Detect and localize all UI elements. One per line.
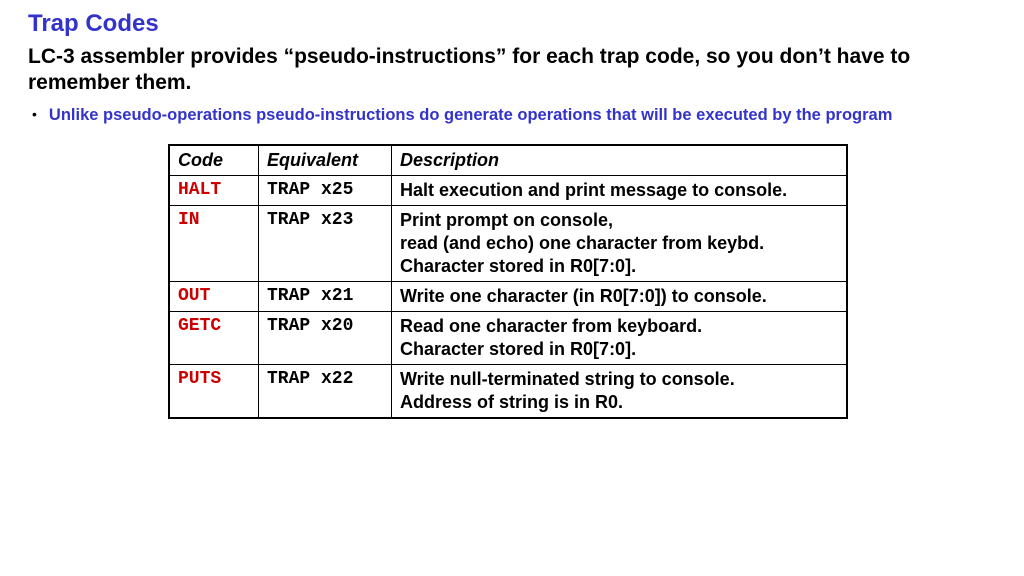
- table-row: GETC TRAP x20 Read one character from ke…: [169, 312, 847, 365]
- header-desc: Description: [392, 145, 848, 176]
- cell-code: IN: [169, 206, 259, 282]
- page-title: Trap Codes: [28, 10, 996, 38]
- bullet-item: • Unlike pseudo-operations pseudo-instru…: [32, 105, 996, 126]
- cell-equiv: TRAP x21: [259, 282, 392, 312]
- table-row: OUT TRAP x21 Write one character (in R0[…: [169, 282, 847, 312]
- bullet-text: Unlike pseudo-operations pseudo-instruct…: [49, 105, 892, 126]
- cell-equiv: TRAP x23: [259, 206, 392, 282]
- cell-code: PUTS: [169, 365, 259, 419]
- table-row: HALT TRAP x25 Halt execution and print m…: [169, 175, 847, 205]
- header-code: Code: [169, 145, 259, 176]
- table-header-row: Code Equivalent Description: [169, 145, 847, 176]
- header-equiv: Equivalent: [259, 145, 392, 176]
- table-row: PUTS TRAP x22 Write null-terminated stri…: [169, 365, 847, 419]
- bullet-icon: •: [32, 105, 37, 125]
- cell-desc: Write one character (in R0[7:0]) to cons…: [392, 282, 848, 312]
- cell-desc: Halt execution and print message to cons…: [392, 175, 848, 205]
- cell-equiv: TRAP x22: [259, 365, 392, 419]
- table-row: IN TRAP x23 Print prompt on console, rea…: [169, 206, 847, 282]
- cell-equiv: TRAP x25: [259, 175, 392, 205]
- cell-equiv: TRAP x20: [259, 312, 392, 365]
- cell-desc: Write null-terminated string to console.…: [392, 365, 848, 419]
- trap-codes-table: Code Equivalent Description HALT TRAP x2…: [168, 144, 848, 419]
- cell-code: HALT: [169, 175, 259, 205]
- page-subtitle: LC-3 assembler provides “pseudo-instruct…: [28, 44, 996, 97]
- trap-table-container: Code Equivalent Description HALT TRAP x2…: [168, 144, 996, 419]
- cell-code: OUT: [169, 282, 259, 312]
- cell-desc: Read one character from keyboard. Charac…: [392, 312, 848, 365]
- cell-code: GETC: [169, 312, 259, 365]
- cell-desc: Print prompt on console, read (and echo)…: [392, 206, 848, 282]
